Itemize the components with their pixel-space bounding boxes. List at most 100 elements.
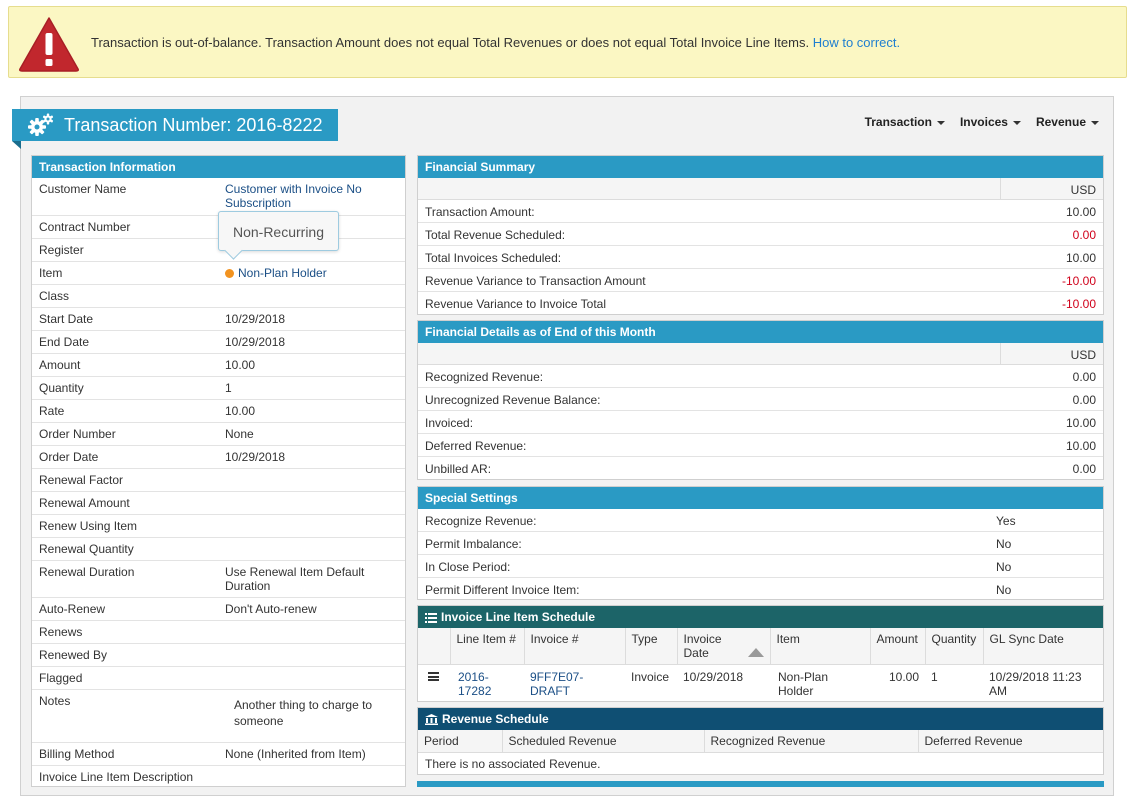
row-label: End Date [39, 335, 90, 349]
column-header[interactable]: Line Item # [450, 628, 525, 665]
row-value: -10.00 [1061, 274, 1096, 288]
column-header[interactable]: Deferred Revenue [918, 730, 1103, 753]
column-header[interactable]: Amount [870, 628, 926, 665]
caret-down-icon [936, 120, 945, 125]
section-heading: Transaction Information [32, 156, 405, 178]
row-label: Class [39, 289, 70, 303]
revenue-schedule-table: Period Scheduled Revenue Recognized Reve… [418, 730, 1103, 775]
column-header[interactable]: Scheduled Revenue [502, 730, 705, 753]
row-value: 0.00 [1072, 228, 1096, 242]
row-label: Auto-Renew [39, 602, 106, 616]
row-label: Revenue Variance to Transaction Amount [425, 274, 646, 288]
rate-row: Rate 10.00 [32, 400, 405, 423]
renew-using-item-row: Renew Using Item [32, 515, 405, 538]
special-settings-section: Special Settings Recognize Revenue: Yes P… [417, 486, 1104, 600]
invoice-cell: 9FF7E07-DRAFT [524, 665, 625, 704]
section-heading: Revenue Schedule [418, 708, 1103, 730]
row-label: Item [39, 266, 63, 280]
row-value: 10/29/2018 [225, 335, 286, 349]
row-value: 10.00 [225, 358, 256, 372]
invoice-line-item-schedule-section: Invoice Line Item Schedule Line Item # I… [417, 605, 1104, 702]
status-dot-icon [225, 269, 234, 278]
column-header[interactable]: Quantity [925, 628, 984, 665]
item-link[interactable]: Non-Plan Holder [238, 266, 327, 280]
financial-details-section: Financial Details as of End of this Mont… [417, 320, 1104, 480]
row-label: Total Invoices Scheduled: [425, 251, 562, 265]
column-header[interactable]: Invoice # [524, 628, 626, 665]
row-label: Renew Using Item [39, 519, 138, 533]
row-value: Use Renewal Item Default Duration [225, 565, 365, 593]
column-header[interactable]: Type [625, 628, 678, 665]
row-value: None (Inherited from Item) [225, 747, 366, 761]
invoices-menu-label: Invoices [959, 115, 1008, 129]
setting-row: Recognize Revenue: Yes [418, 509, 1103, 532]
invoice-link[interactable]: 9FF7E07-DRAFT [530, 670, 590, 698]
column-header[interactable]: Recognized Revenue [704, 730, 919, 753]
notes-row: Notes Another thing to charge to someone [32, 690, 405, 743]
invoice-date-cell: 10/29/2018 [683, 670, 744, 684]
row-label: Contract Number [39, 220, 131, 234]
renewal-factor-row: Renewal Factor [32, 469, 405, 492]
invoices-menu[interactable]: Invoices [960, 115, 1021, 129]
alert-message: Transaction is out-of-balance. Transacti… [91, 35, 900, 50]
list-icon [425, 613, 437, 623]
setting-row: Permit Different Invoice Item: No [418, 578, 1103, 601]
notes-value: Another thing to charge to someone [234, 698, 373, 728]
row-label: Notes [39, 694, 71, 708]
row-label: Renewal Factor [39, 473, 124, 487]
alert-message-text: Transaction is out-of-balance. Transacti… [91, 35, 810, 50]
row-label: Invoiced: [425, 416, 474, 430]
section-heading-label: Invoice Line Item Schedule [441, 610, 596, 624]
invoice-line-item-description-row: Invoice Line Item Description [32, 766, 405, 786]
section-heading: Invoice Line Item Schedule [418, 606, 1103, 628]
quantity-cell: 1 [931, 670, 938, 684]
summary-row: Revenue Variance to Invoice Total -10.00 [418, 292, 1103, 315]
section-heading: Financial Summary [418, 156, 1103, 178]
amount-cell: 10.00 [888, 670, 919, 684]
top-nav: Transaction Invoices Revenue [865, 115, 1099, 129]
column-divider [1000, 343, 1001, 364]
financial-summary-section: Financial Summary USD Transaction Amount… [417, 155, 1104, 315]
row-value: Customer with Invoice No Subscription [225, 182, 405, 210]
row-value: 10.00 [1065, 416, 1096, 430]
section-heading: Special Settings [418, 487, 1103, 509]
row-value: 10.00 [1065, 439, 1096, 453]
column-header[interactable]: Period [418, 730, 503, 753]
column-header-invoice-date[interactable]: Invoice Date [677, 628, 771, 665]
item-cell: Non-Plan Holder [770, 665, 870, 704]
billing-method-row: Billing Method None (Inherited from Item… [32, 743, 405, 766]
column-header[interactable]: GL Sync Date [983, 628, 1103, 665]
item-type-tooltip: Non-Recurring [218, 211, 339, 251]
table-row: There is no associated Revenue. [418, 753, 1103, 776]
row-value: Don't Auto-renew [225, 602, 317, 616]
currency-label: USD [1070, 348, 1096, 362]
hamburger-menu-icon[interactable] [428, 672, 439, 681]
empty-message: There is no associated Revenue. [425, 757, 601, 771]
setting-row: In Close Period: No [418, 555, 1103, 578]
row-value: 10.00 [1065, 205, 1096, 219]
row-label: Invoice Line Item Description [39, 770, 194, 784]
row-label: Recognize Revenue: [425, 514, 537, 528]
order-number-row: Order Number None [32, 423, 405, 446]
out-of-balance-alert: Transaction is out-of-balance. Transacti… [8, 6, 1127, 78]
revenue-menu-label: Revenue [1035, 115, 1086, 129]
customer-name-link[interactable]: Customer with Invoice No Subscription [225, 182, 362, 210]
row-label: Deferred Revenue: [425, 439, 527, 453]
how-to-correct-link[interactable]: How to correct. [813, 35, 900, 50]
summary-row: Total Invoices Scheduled: 10.00 [418, 246, 1103, 269]
row-label: Permit Imbalance: [425, 537, 522, 551]
flagged-row: Flagged [32, 667, 405, 690]
transaction-menu-label: Transaction [864, 115, 932, 129]
detail-row: Unbilled AR: 0.00 [418, 457, 1103, 480]
row-value: 0.00 [1072, 370, 1096, 384]
row-label: Transaction Amount: [425, 205, 535, 219]
row-value: None [225, 427, 254, 441]
transaction-menu[interactable]: Transaction [865, 115, 945, 129]
detail-row: Unrecognized Revenue Balance: 0.00 [418, 388, 1103, 411]
revenue-schedule-section: Revenue Schedule Period Scheduled Revenu… [417, 707, 1104, 775]
detail-row: Invoiced: 10.00 [418, 411, 1103, 434]
column-header[interactable]: Item [770, 628, 871, 665]
bank-icon [425, 714, 438, 725]
revenue-menu[interactable]: Revenue [1036, 115, 1099, 129]
line-item-link[interactable]: 2016-17282 [458, 670, 503, 698]
